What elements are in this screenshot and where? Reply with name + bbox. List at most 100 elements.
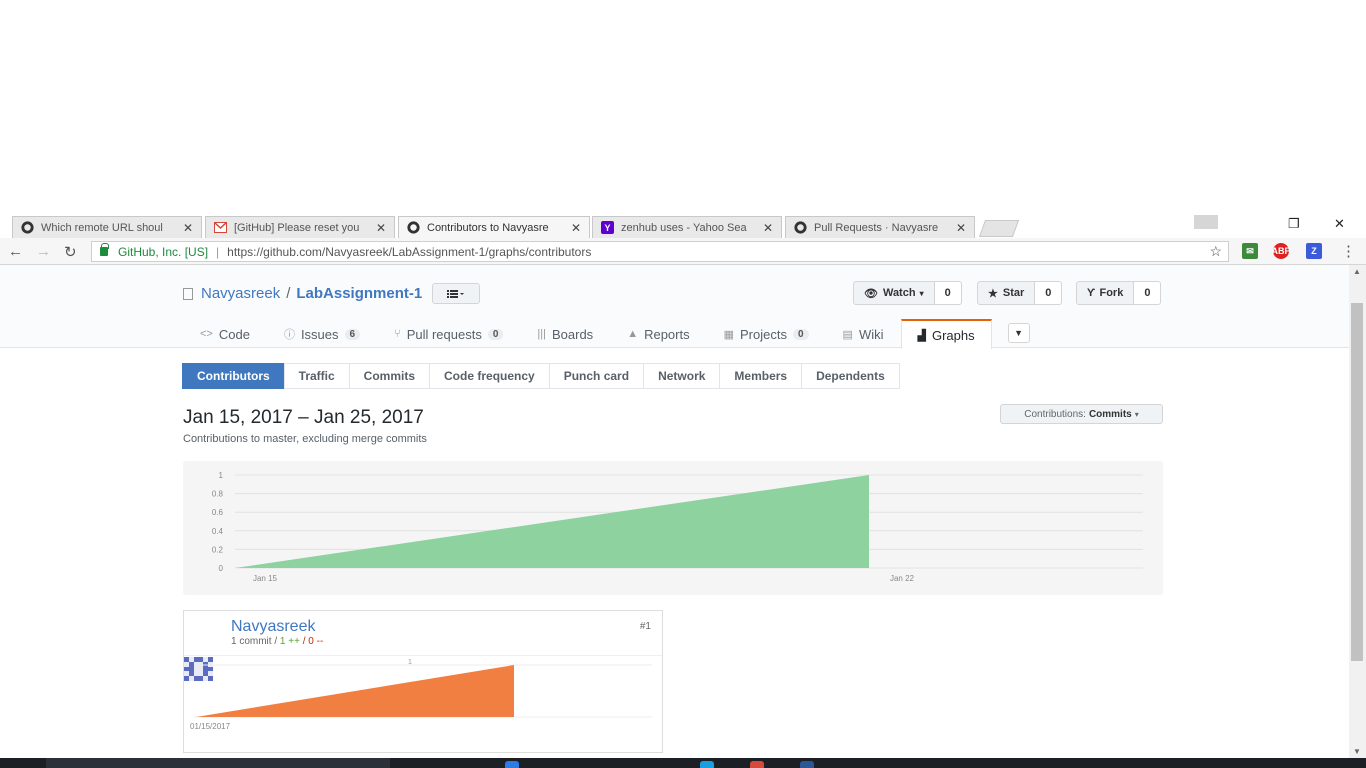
- repo-menu-button[interactable]: [432, 283, 481, 304]
- watch-count[interactable]: 0: [934, 281, 962, 305]
- taskbar-app-icon[interactable]: [505, 761, 519, 768]
- gmail-icon: [214, 221, 227, 234]
- contributions-label: Contributions:: [1024, 408, 1086, 420]
- contributions-type-select[interactable]: Contributions: Commits ▾: [1000, 404, 1163, 424]
- browser-tab[interactable]: Pull Requests · Navyasre ✕: [785, 216, 975, 238]
- commit-count-link[interactable]: 1 commit: [231, 636, 272, 647]
- close-icon[interactable]: ✕: [376, 221, 386, 235]
- close-icon[interactable]: ✕: [183, 221, 193, 235]
- series-area: [196, 665, 514, 717]
- chevron-down-icon: ▾: [1134, 409, 1139, 419]
- close-window-icon[interactable]: ✕: [1334, 216, 1345, 232]
- extension-icon[interactable]: ✉: [1242, 243, 1258, 259]
- list-icon: [447, 289, 465, 298]
- tab-graphs[interactable]: ▟ Graphs: [900, 319, 992, 349]
- tab-label: Reports: [644, 326, 690, 342]
- fork-count[interactable]: 0: [1134, 281, 1162, 305]
- minimize-button[interactable]: [1194, 215, 1218, 229]
- browser-tab[interactable]: [GitHub] Please reset you ✕: [205, 216, 395, 238]
- taskbar: [0, 758, 1366, 768]
- y-tick-label: 0.6: [212, 508, 224, 517]
- contributions-chart-svg: 0 0.2 0.4 0.6 0.8 1 Jan 15 Jan 22: [212, 471, 1143, 583]
- address-bar: ← → ↻ GitHub, Inc. [US] | https://github…: [0, 238, 1366, 265]
- url-text: https://github.com/Navyasreek/LabAssignm…: [227, 244, 592, 259]
- close-icon[interactable]: ✕: [571, 221, 581, 235]
- watch-button[interactable]: 👁 Watch ▾: [853, 281, 935, 305]
- chrome-taskbar-icon[interactable]: [750, 761, 764, 768]
- tab-pull-requests[interactable]: ⑂ Pull requests 0: [377, 319, 520, 348]
- repo-owner-link[interactable]: Navyasreek: [201, 285, 280, 302]
- subnav-network[interactable]: Network: [643, 363, 721, 389]
- taskbar-app-icon[interactable]: [800, 761, 814, 768]
- boards-icon: |||: [537, 328, 546, 340]
- tab-code[interactable]: <> Code: [183, 319, 267, 348]
- subnav-dependents[interactable]: Dependents: [801, 363, 900, 389]
- adblock-icon[interactable]: ABP: [1272, 243, 1291, 259]
- x-tick-label: Jan 15: [253, 574, 278, 583]
- restore-icon[interactable]: ❐: [1288, 216, 1300, 232]
- tab-label: Boards: [551, 326, 594, 342]
- page-scrollbar[interactable]: ▲ ▼: [1349, 265, 1366, 758]
- tab-title: Pull Requests · Navyasre: [814, 221, 939, 234]
- chevron-down-icon: ▼: [1014, 328, 1024, 338]
- tab-label: Issues: [300, 326, 339, 342]
- contributions-chart: 0 0.2 0.4 0.6 0.8 1 Jan 15 Jan 22: [183, 461, 1163, 595]
- close-icon[interactable]: ✕: [956, 221, 966, 235]
- reload-icon[interactable]: ↻: [64, 243, 77, 261]
- browser-tab[interactable]: Which remote URL shoul ✕: [12, 216, 202, 238]
- subnav-punch-card[interactable]: Punch card: [548, 363, 645, 389]
- more-tabs-button[interactable]: ▼: [1007, 323, 1030, 343]
- fork-button[interactable]: Ƴ Fork: [1076, 281, 1135, 305]
- tab-title: Which remote URL shoul: [41, 221, 163, 234]
- repo-icon: [183, 287, 193, 300]
- tab-projects[interactable]: ▦ Projects 0: [707, 319, 826, 348]
- repo-title-separator: /: [286, 285, 291, 302]
- y-tick-label: 1: [408, 659, 412, 666]
- github-icon: [407, 221, 420, 234]
- star-button-group: ★ Star 0: [977, 281, 1063, 305]
- scroll-down-icon[interactable]: ▼: [1353, 747, 1361, 756]
- tab-issues[interactable]: ⓘ Issues 6: [267, 319, 377, 348]
- contributor-card: Navyasreek 1 commit / 1 ++ / 0 -- #1 1 01…: [183, 610, 663, 753]
- tab-title: zenhub uses - Yahoo Sea: [621, 221, 747, 234]
- menu-icon[interactable]: ⋮: [1341, 242, 1356, 260]
- subnav-traffic[interactable]: Traffic: [283, 363, 350, 389]
- url-field[interactable]: GitHub, Inc. [US] | https://github.com/N…: [91, 241, 1229, 262]
- close-icon[interactable]: ✕: [763, 221, 773, 235]
- subnav-commits[interactable]: Commits: [348, 363, 431, 389]
- contributor-name-link[interactable]: Navyasreek: [231, 618, 315, 636]
- subnav-contributors[interactable]: Contributors: [182, 363, 285, 389]
- zenhub-icon[interactable]: Z: [1306, 243, 1322, 259]
- contributor-card-header: Navyasreek 1 commit / 1 ++ / 0 -- #1: [184, 611, 662, 681]
- browser-tab[interactable]: Y zenhub uses - Yahoo Sea ✕: [592, 216, 782, 238]
- tab-label: Wiki: [858, 326, 884, 342]
- graphs-subnav: Contributors Traffic Commits Code freque…: [182, 363, 900, 389]
- star-count[interactable]: 0: [1035, 281, 1063, 305]
- bookmark-star-icon[interactable]: ☆: [1209, 243, 1222, 260]
- watch-label: Watch: [882, 287, 916, 299]
- github-icon: [21, 221, 34, 234]
- star-button[interactable]: ★ Star: [977, 281, 1036, 305]
- star-label: Star: [1002, 287, 1025, 299]
- browser-tab-active[interactable]: Contributors to Navyasre ✕: [398, 216, 590, 238]
- pull-request-icon: ⑂: [394, 328, 401, 340]
- back-icon[interactable]: ←: [8, 243, 23, 260]
- page-content: Navyasreek / LabAssignment-1 👁 Watch ▾ 0: [0, 265, 1349, 758]
- repo-name-link[interactable]: LabAssignment-1: [296, 285, 422, 302]
- new-tab-button[interactable]: [978, 220, 1020, 237]
- scroll-up-icon[interactable]: ▲: [1353, 267, 1361, 276]
- tab-wiki[interactable]: ▤ Wiki: [826, 319, 901, 348]
- tab-label: Projects: [740, 326, 787, 342]
- taskbar-app-icon[interactable]: [700, 761, 714, 768]
- tab-boards[interactable]: ||| Boards: [520, 319, 610, 348]
- issues-count-badge: 6: [344, 328, 361, 340]
- contributor-chart-svg: 1 01/15/2017: [190, 659, 652, 731]
- series-area: [235, 475, 869, 568]
- taskbar-search[interactable]: [46, 758, 390, 768]
- repo-nav: <> Code ⓘ Issues 6 ⑂ Pull requests 0 |||…: [183, 319, 1030, 349]
- subnav-members[interactable]: Members: [719, 363, 803, 389]
- subnav-code-frequency[interactable]: Code frequency: [429, 363, 550, 389]
- scrollbar-thumb[interactable]: [1351, 303, 1363, 661]
- forward-icon[interactable]: →: [36, 243, 51, 260]
- tab-reports[interactable]: ▲ Reports: [610, 319, 706, 348]
